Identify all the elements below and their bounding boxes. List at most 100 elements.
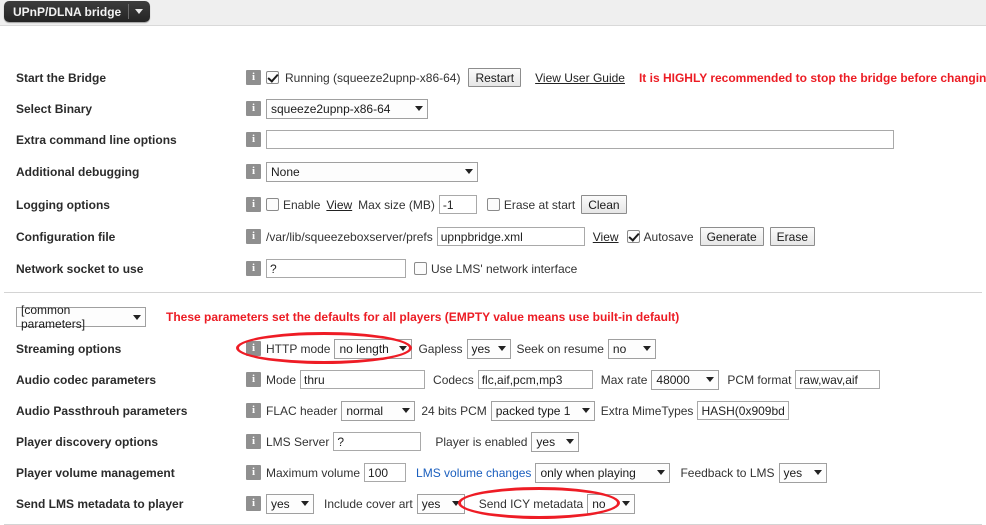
include-cover-art-label: Include cover art	[324, 496, 413, 511]
chevron-down-icon	[415, 106, 423, 111]
info-icon[interactable]: i	[246, 341, 261, 356]
chevron-down-icon	[465, 169, 473, 174]
info-icon[interactable]: i	[246, 261, 261, 276]
codec-mode-input[interactable]	[300, 370, 426, 389]
logging-erase-checkbox[interactable]	[486, 198, 500, 211]
extra-command-line-input[interactable]	[266, 130, 894, 149]
row-additional-debugging: Additional debugging i None	[0, 156, 986, 187]
label-streaming-options: Streaming options	[16, 341, 122, 356]
codec-mode-label: Mode	[266, 372, 297, 387]
player-enabled-value: yes	[536, 434, 556, 449]
codecs-label: Codecs	[433, 372, 474, 387]
row-send-lms-metadata: Send LMS metadata to player i yes Includ…	[0, 488, 986, 519]
label-logging-options: Logging options	[16, 197, 110, 212]
info-icon[interactable]: i	[246, 70, 261, 85]
include-cover-art-dropdown[interactable]: yes	[416, 493, 465, 514]
row-select-binary: Select Binary i squeeze2upnp-x86-64	[0, 93, 986, 124]
gapless-value: yes	[471, 341, 491, 356]
feedback-to-lms-dropdown[interactable]: yes	[778, 462, 827, 483]
info-icon[interactable]: i	[246, 101, 261, 116]
select-binary-dropdown[interactable]: squeeze2upnp-x86-64	[266, 98, 428, 119]
feedback-to-lms-value: yes	[783, 465, 803, 480]
info-icon[interactable]: i	[246, 164, 261, 179]
erase-button[interactable]: Erase	[769, 227, 815, 246]
info-icon[interactable]: i	[246, 229, 261, 244]
view-user-guide-link[interactable]: View User Guide	[535, 71, 625, 85]
info-icon[interactable]: i	[246, 132, 261, 147]
maximum-volume-input[interactable]	[364, 463, 407, 482]
label-network-socket: Network socket to use	[16, 261, 144, 276]
row-start-the-bridge: Start the Bridge i Running (squeeze2upnp…	[0, 62, 986, 93]
max-rate-label: Max rate	[600, 372, 648, 387]
additional-debugging-value: None	[271, 164, 300, 179]
chevron-down-icon	[706, 377, 715, 382]
tab-divider	[128, 4, 130, 19]
pcm-format-input[interactable]	[795, 370, 881, 389]
row-player-selector: [common parameters] These parameters set…	[16, 303, 679, 331]
flac-header-dropdown[interactable]: normal	[341, 400, 416, 421]
logging-maxsize-input[interactable]	[438, 195, 477, 214]
http-mode-dropdown[interactable]: no length	[334, 338, 413, 359]
chevron-down-icon	[566, 439, 575, 444]
http-mode-value: no length	[339, 341, 389, 356]
gapless-label: Gapless	[418, 341, 463, 356]
info-icon[interactable]: i	[246, 434, 261, 449]
flac-header-value: normal	[346, 403, 384, 418]
clean-button[interactable]: Clean	[581, 195, 627, 214]
lms-volume-changes-dropdown[interactable]: only when playing	[535, 462, 671, 483]
player-selector-dropdown[interactable]: [common parameters]	[16, 303, 146, 331]
label-start-the-bridge: Start the Bridge	[16, 70, 107, 85]
info-icon[interactable]: i	[246, 372, 261, 387]
seek-on-resume-dropdown[interactable]: no	[607, 338, 656, 359]
chevron-down-icon[interactable]	[135, 9, 144, 14]
network-socket-input[interactable]	[266, 259, 406, 278]
config-view-link[interactable]: View	[593, 230, 619, 244]
extra-mimetypes-label: Extra MimeTypes	[600, 403, 694, 418]
bits-pcm-label: 24 bits PCM	[421, 403, 487, 418]
label-audio-passthrough-parameters: Audio Passthrouh parameters	[16, 403, 188, 418]
row-streaming-options: Streaming options i HTTP mode no length …	[0, 333, 986, 364]
generate-button[interactable]: Generate	[699, 227, 764, 246]
autosave-checkbox[interactable]	[626, 230, 640, 243]
info-icon[interactable]: i	[246, 465, 261, 480]
info-icon[interactable]: i	[246, 403, 261, 418]
lms-volume-changes-value: only when playing	[540, 465, 636, 480]
label-send-lms-metadata: Send LMS metadata to player	[16, 496, 184, 511]
feedback-to-lms-label: Feedback to LMS	[680, 465, 775, 480]
player-enabled-dropdown[interactable]: yes	[531, 431, 580, 452]
row-audio-passthrough-parameters: Audio Passthrouh parameters i FLAC heade…	[0, 395, 986, 426]
restart-button[interactable]: Restart	[468, 68, 522, 87]
gapless-dropdown[interactable]: yes	[466, 338, 511, 359]
logging-enable-checkbox[interactable]	[266, 198, 279, 211]
logging-erase-label: Erase at start	[503, 197, 576, 212]
bridge-running-checkbox[interactable]	[266, 71, 279, 84]
chevron-down-icon	[622, 501, 631, 506]
codecs-input[interactable]	[477, 370, 593, 389]
label-player-discovery-options: Player discovery options	[16, 434, 159, 449]
config-filename-input[interactable]	[436, 227, 585, 246]
lms-volume-changes-link[interactable]: LMS volume changes	[416, 466, 531, 480]
flac-header-label: FLAC header	[266, 403, 338, 418]
chevron-down-icon	[581, 408, 590, 413]
select-binary-value: squeeze2upnp-x86-64	[271, 101, 391, 116]
label-extra-command-line-options: Extra command line options	[16, 132, 177, 147]
bits-pcm-dropdown[interactable]: packed type 1	[490, 400, 595, 421]
logging-view-link[interactable]: View	[326, 198, 352, 212]
include-cover-art-value: yes	[421, 496, 441, 511]
send-metadata-dropdown[interactable]: yes	[266, 493, 314, 514]
lms-server-input[interactable]	[333, 432, 422, 451]
max-rate-dropdown[interactable]: 48000	[651, 369, 720, 390]
seek-on-resume-label: Seek on resume	[516, 341, 604, 356]
row-player-volume-management: Player volume management i Maximum volum…	[0, 457, 986, 488]
use-lms-network-checkbox[interactable]	[414, 262, 427, 275]
send-icy-metadata-dropdown[interactable]: no	[587, 493, 636, 514]
info-icon[interactable]: i	[246, 197, 261, 212]
chevron-down-icon	[657, 470, 666, 475]
bridge-warning-text: It is HIGHLY recommended to stop the bri…	[638, 70, 986, 85]
extra-mimetypes-input[interactable]	[697, 401, 790, 420]
send-icy-metadata-label: Send ICY metadata	[478, 496, 584, 511]
maximum-volume-label: Maximum volume	[266, 465, 361, 480]
additional-debugging-dropdown[interactable]: None	[266, 161, 478, 182]
tab-upnp-dlna-bridge[interactable]: UPnP/DLNA bridge	[4, 1, 151, 22]
chevron-down-icon	[813, 470, 822, 475]
